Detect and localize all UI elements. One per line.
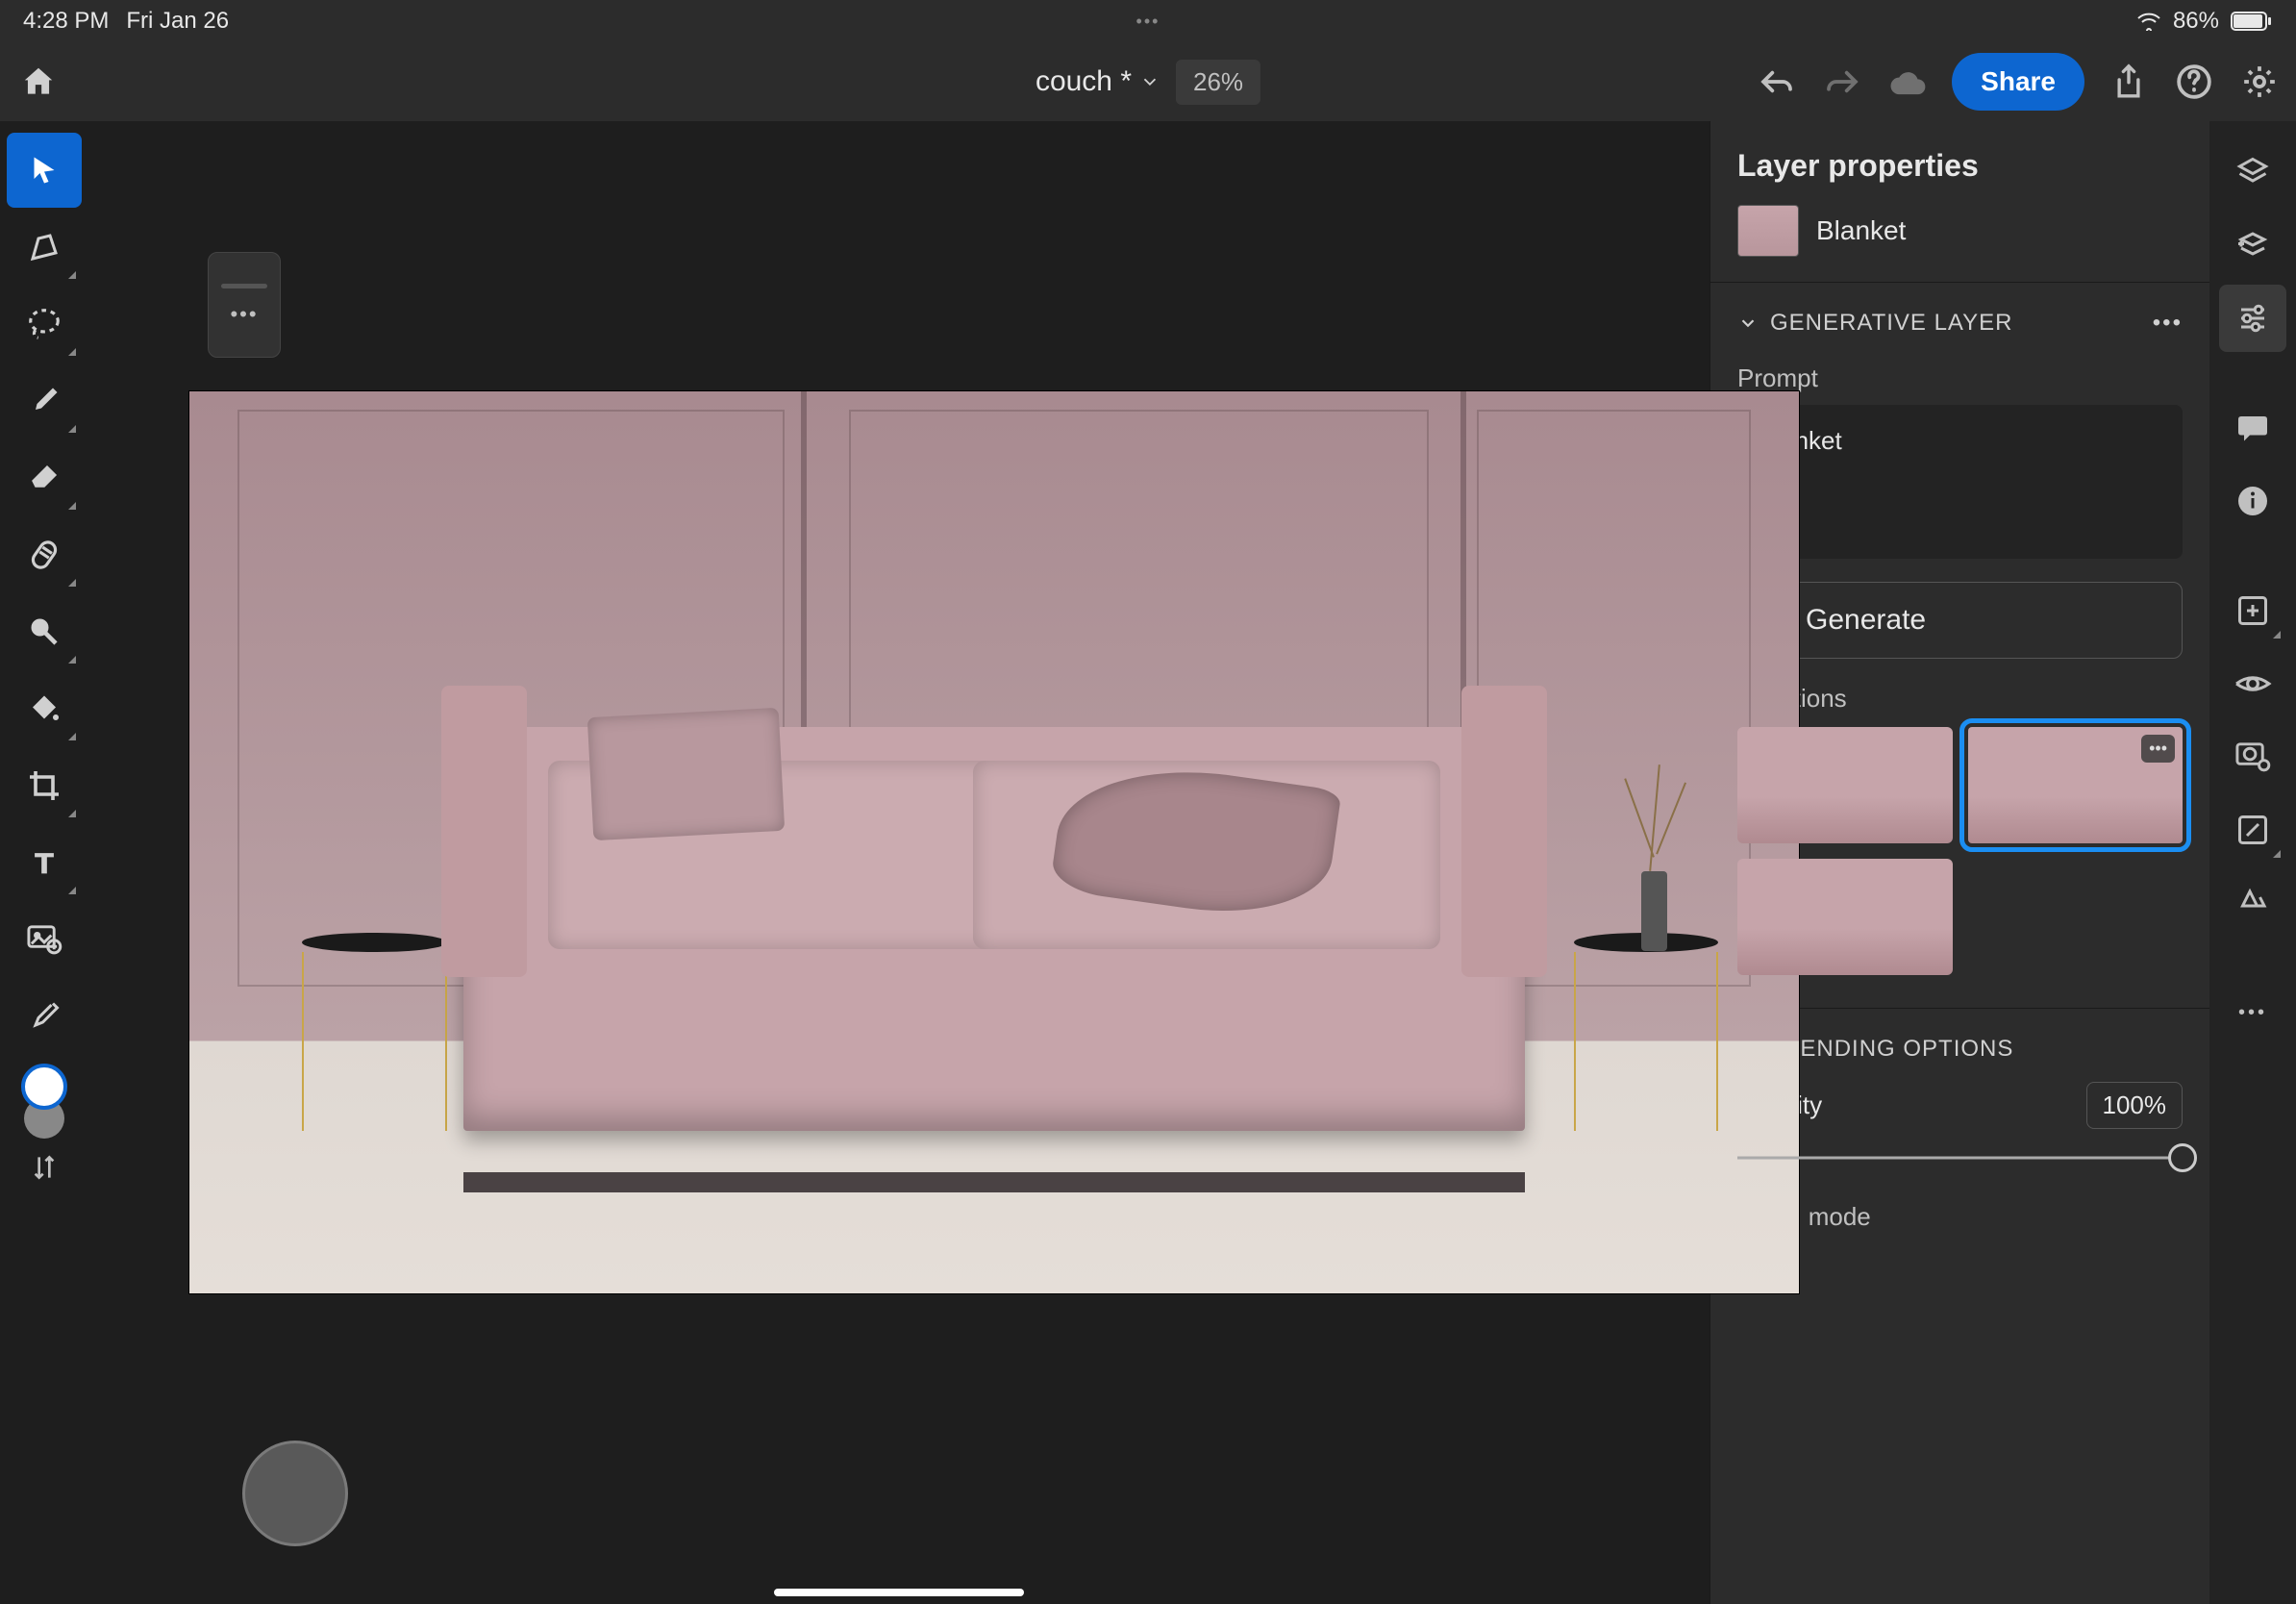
adjust-icon[interactable] bbox=[2219, 796, 2286, 864]
home-button[interactable] bbox=[15, 59, 62, 105]
more-icon[interactable]: ••• bbox=[2219, 979, 2286, 1046]
section-label: GENERATIVE LAYER bbox=[1770, 310, 2013, 337]
info-icon[interactable] bbox=[2219, 467, 2286, 535]
document-title-text: couch * bbox=[1036, 65, 1132, 98]
visibility-icon[interactable] bbox=[2219, 650, 2286, 717]
status-date: Fri Jan 26 bbox=[126, 8, 229, 35]
top-toolbar: couch * 26% Share bbox=[0, 42, 2296, 121]
redo-button[interactable] bbox=[1821, 61, 1863, 103]
generate-label: Generate bbox=[1806, 604, 1926, 637]
transform-tool[interactable] bbox=[7, 210, 82, 285]
side-table-right bbox=[1574, 933, 1719, 1131]
comments-icon[interactable] bbox=[2219, 394, 2286, 462]
prompt-input[interactable]: Blanket bbox=[1737, 405, 2183, 559]
generative-layer-section[interactable]: GENERATIVE LAYER ••• bbox=[1710, 300, 2209, 346]
status-bar: 4:28 PM Fri Jan 26 ••• 86% bbox=[0, 0, 2296, 42]
share-button[interactable]: Share bbox=[1952, 53, 2084, 111]
opacity-slider[interactable] bbox=[1737, 1146, 2183, 1169]
touch-shortcut[interactable] bbox=[242, 1441, 348, 1546]
generate-button[interactable]: Generate bbox=[1737, 582, 2183, 659]
wifi-icon bbox=[2136, 12, 2161, 31]
color-swatches[interactable] bbox=[21, 1064, 67, 1183]
variation-thumb-1[interactable] bbox=[1737, 727, 1953, 843]
canvas-area[interactable]: ••• bbox=[88, 121, 1710, 1604]
add-layer-icon[interactable] bbox=[2219, 577, 2286, 644]
layer-stack-icon[interactable] bbox=[2219, 212, 2286, 279]
battery-icon bbox=[2231, 11, 2273, 32]
brush-tool[interactable] bbox=[7, 363, 82, 439]
properties-icon[interactable] bbox=[2219, 285, 2286, 352]
eraser-tool[interactable] bbox=[7, 440, 82, 515]
layers-icon[interactable] bbox=[2219, 138, 2286, 206]
layer-properties-panel: Layer properties Blanket GENERATIVE LAYE… bbox=[1710, 121, 2209, 1604]
healing-brush-tool[interactable] bbox=[7, 517, 82, 592]
more-icon[interactable]: ••• bbox=[230, 302, 258, 327]
side-table-left bbox=[302, 933, 447, 1131]
variation-thumb-2[interactable]: ••• bbox=[1968, 727, 2184, 843]
settings-button[interactable] bbox=[2238, 61, 2281, 103]
crop-tool[interactable] bbox=[7, 748, 82, 823]
drag-handle-icon[interactable] bbox=[221, 284, 267, 288]
tool-rail bbox=[0, 121, 88, 1604]
multitask-dots-icon[interactable]: ••• bbox=[1136, 12, 1160, 32]
battery-percent: 86% bbox=[2173, 8, 2219, 35]
effects-icon[interactable] bbox=[2219, 869, 2286, 937]
select-tool[interactable] bbox=[7, 133, 82, 208]
couch bbox=[463, 789, 1526, 1131]
eyedropper-tool[interactable] bbox=[7, 979, 82, 1054]
layer-name[interactable]: Blanket bbox=[1816, 215, 1906, 246]
lasso-tool[interactable] bbox=[7, 287, 82, 362]
text-tool[interactable] bbox=[7, 825, 82, 900]
more-icon[interactable]: ••• bbox=[2141, 735, 2175, 763]
section-label: BLENDING OPTIONS bbox=[1770, 1036, 2013, 1063]
foreground-color[interactable] bbox=[21, 1064, 67, 1110]
chevron-down-icon bbox=[1737, 313, 1759, 334]
canvas-image[interactable] bbox=[188, 390, 1800, 1294]
right-rail: ••• bbox=[2209, 121, 2296, 1604]
zoom-level[interactable]: 26% bbox=[1176, 60, 1260, 105]
opacity-value[interactable]: 100% bbox=[2086, 1082, 2184, 1129]
layer-thumbnail[interactable] bbox=[1737, 205, 1799, 257]
mask-icon[interactable] bbox=[2219, 723, 2286, 790]
document-title[interactable]: couch * bbox=[1036, 65, 1160, 98]
home-indicator[interactable] bbox=[774, 1589, 1024, 1596]
undo-button[interactable] bbox=[1756, 61, 1798, 103]
chevron-down-icon bbox=[1139, 71, 1160, 92]
panel-title: Layer properties bbox=[1710, 148, 2209, 205]
more-icon[interactable]: ••• bbox=[2153, 310, 2183, 337]
swap-colors-icon[interactable] bbox=[29, 1152, 60, 1183]
export-button[interactable] bbox=[2108, 61, 2150, 103]
smudge-tool[interactable] bbox=[7, 594, 82, 669]
plant bbox=[1574, 752, 1734, 950]
variation-thumb-3[interactable] bbox=[1737, 859, 1953, 975]
fill-tool[interactable] bbox=[7, 671, 82, 746]
status-time: 4:28 PM bbox=[23, 8, 109, 35]
tool-options-panel[interactable]: ••• bbox=[208, 252, 281, 358]
place-image-tool[interactable] bbox=[7, 902, 82, 977]
help-button[interactable] bbox=[2173, 61, 2215, 103]
cloud-sync-icon[interactable] bbox=[1886, 61, 1929, 103]
